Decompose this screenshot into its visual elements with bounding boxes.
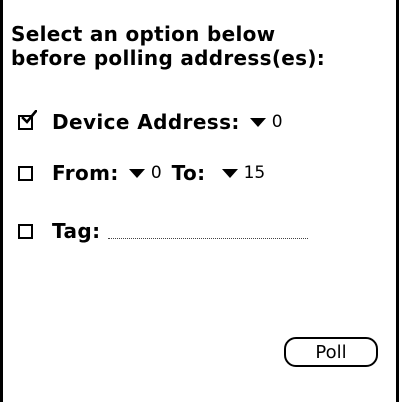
device-address-label: Device Address:: [52, 110, 240, 134]
to-label: To:: [171, 161, 206, 185]
device-address-checkbox[interactable]: [18, 109, 37, 130]
instructions-heading: Select an option below before polling ad…: [11, 22, 325, 70]
range-checkbox[interactable]: [18, 165, 33, 181]
triangle-down-icon: [249, 117, 266, 127]
checkmark-icon: [21, 109, 37, 124]
from-dropdown[interactable]: 0: [128, 163, 162, 183]
poll-button[interactable]: Poll: [284, 337, 378, 367]
tag-input[interactable]: [108, 237, 309, 239]
device-address-row: Device Address: 0: [18, 109, 283, 135]
from-value: 0: [150, 163, 162, 183]
heading-line-2: before polling address(es):: [11, 46, 326, 70]
heading-line-1: Select an option below: [11, 22, 276, 46]
to-value: 15: [243, 163, 266, 183]
range-row: From: 0 To: 15: [18, 160, 265, 186]
to-dropdown[interactable]: 15: [221, 163, 266, 183]
triangle-down-icon: [128, 168, 145, 178]
triangle-down-icon: [221, 168, 238, 178]
from-label: From:: [52, 161, 119, 185]
tag-checkbox[interactable]: [18, 223, 33, 239]
tag-row: Tag:: [18, 218, 309, 244]
device-address-dropdown[interactable]: 0: [249, 112, 283, 132]
tag-label: Tag:: [52, 219, 101, 243]
device-address-value: 0: [271, 112, 283, 132]
